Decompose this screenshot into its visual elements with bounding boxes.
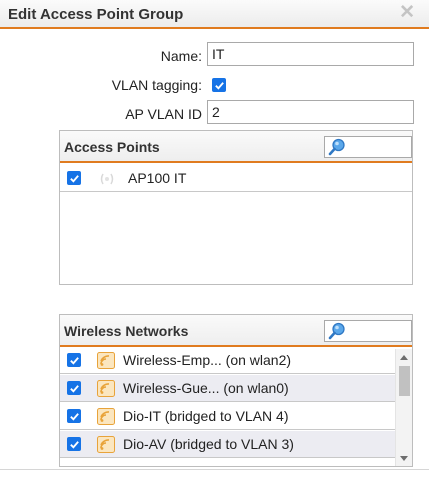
access-points-panel: Access Points AP100 IT	[59, 130, 413, 285]
wifi-icon	[97, 408, 115, 425]
checkmark-icon	[69, 440, 79, 449]
access-points-title: Access Points	[64, 139, 160, 155]
wireless-network-row[interactable]: Dio-AV (bridged to VLAN 3)	[60, 431, 395, 458]
wireless-network-row[interactable]: Wireless-Gue... (on wlan0)	[60, 375, 395, 402]
edit-access-point-group-dialog: Edit Access Point Group ✕ Name: VLAN tag…	[0, 0, 429, 480]
checkmark-icon	[69, 356, 79, 365]
wireless-network-label: Wireless-Emp... (on wlan2)	[123, 352, 292, 368]
access-points-search-input[interactable]	[324, 136, 412, 158]
wireless-networks-title: Wireless Networks	[64, 323, 189, 339]
access-point-icon	[100, 173, 114, 185]
name-input[interactable]	[207, 42, 414, 66]
wireless-network-checkbox[interactable]	[67, 381, 81, 395]
close-icon[interactable]: ✕	[399, 3, 415, 23]
search-icon	[328, 322, 345, 340]
checkmark-icon	[69, 384, 79, 393]
wireless-network-label: Dio-IT (bridged to VLAN 4)	[123, 408, 289, 424]
wireless-network-label: Dio-AV (bridged to VLAN 3)	[123, 436, 294, 452]
wireless-networks-scrollbar[interactable]	[395, 349, 412, 466]
vlan-tagging-checkbox[interactable]	[212, 78, 226, 92]
dialog-bottom-divider	[0, 469, 429, 470]
dialog-titlebar: Edit Access Point Group ✕	[0, 0, 429, 29]
wifi-icon	[97, 436, 115, 453]
access-point-label: AP100 IT	[128, 170, 187, 186]
wireless-networks-header: Wireless Networks	[60, 315, 412, 347]
search-icon	[328, 138, 345, 156]
checkmark-icon	[214, 81, 224, 90]
scroll-thumb[interactable]	[399, 366, 410, 396]
wifi-icon	[97, 352, 115, 369]
wireless-network-checkbox[interactable]	[67, 409, 81, 423]
wireless-network-row[interactable]: Dio-IT (bridged to VLAN 4)	[60, 403, 395, 430]
wireless-network-checkbox[interactable]	[67, 437, 81, 451]
ap-vlan-id-input[interactable]	[207, 100, 414, 124]
wireless-network-checkbox[interactable]	[67, 353, 81, 367]
checkmark-icon	[69, 412, 79, 421]
scroll-down-arrow-icon[interactable]	[396, 451, 412, 465]
access-point-checkbox[interactable]	[67, 171, 81, 185]
wireless-network-label: Wireless-Gue... (on wlan0)	[123, 380, 289, 396]
access-point-row[interactable]: AP100 IT	[60, 165, 412, 192]
ap-vlan-id-label: AP VLAN ID	[125, 106, 202, 122]
wifi-icon	[97, 380, 115, 397]
wireless-network-row[interactable]: Wireless-Emp... (on wlan2)	[60, 347, 395, 374]
access-points-header: Access Points	[60, 131, 412, 163]
scroll-up-arrow-icon[interactable]	[396, 350, 412, 364]
checkmark-icon	[69, 174, 79, 183]
wireless-networks-panel: Wireless Networks Wireless-Emp... (on wl…	[59, 314, 413, 467]
vlan-tagging-label: VLAN tagging:	[111, 77, 202, 93]
dialog-title: Edit Access Point Group	[8, 6, 184, 23]
name-label: Name:	[160, 48, 202, 64]
wireless-networks-search-input[interactable]	[324, 320, 412, 342]
